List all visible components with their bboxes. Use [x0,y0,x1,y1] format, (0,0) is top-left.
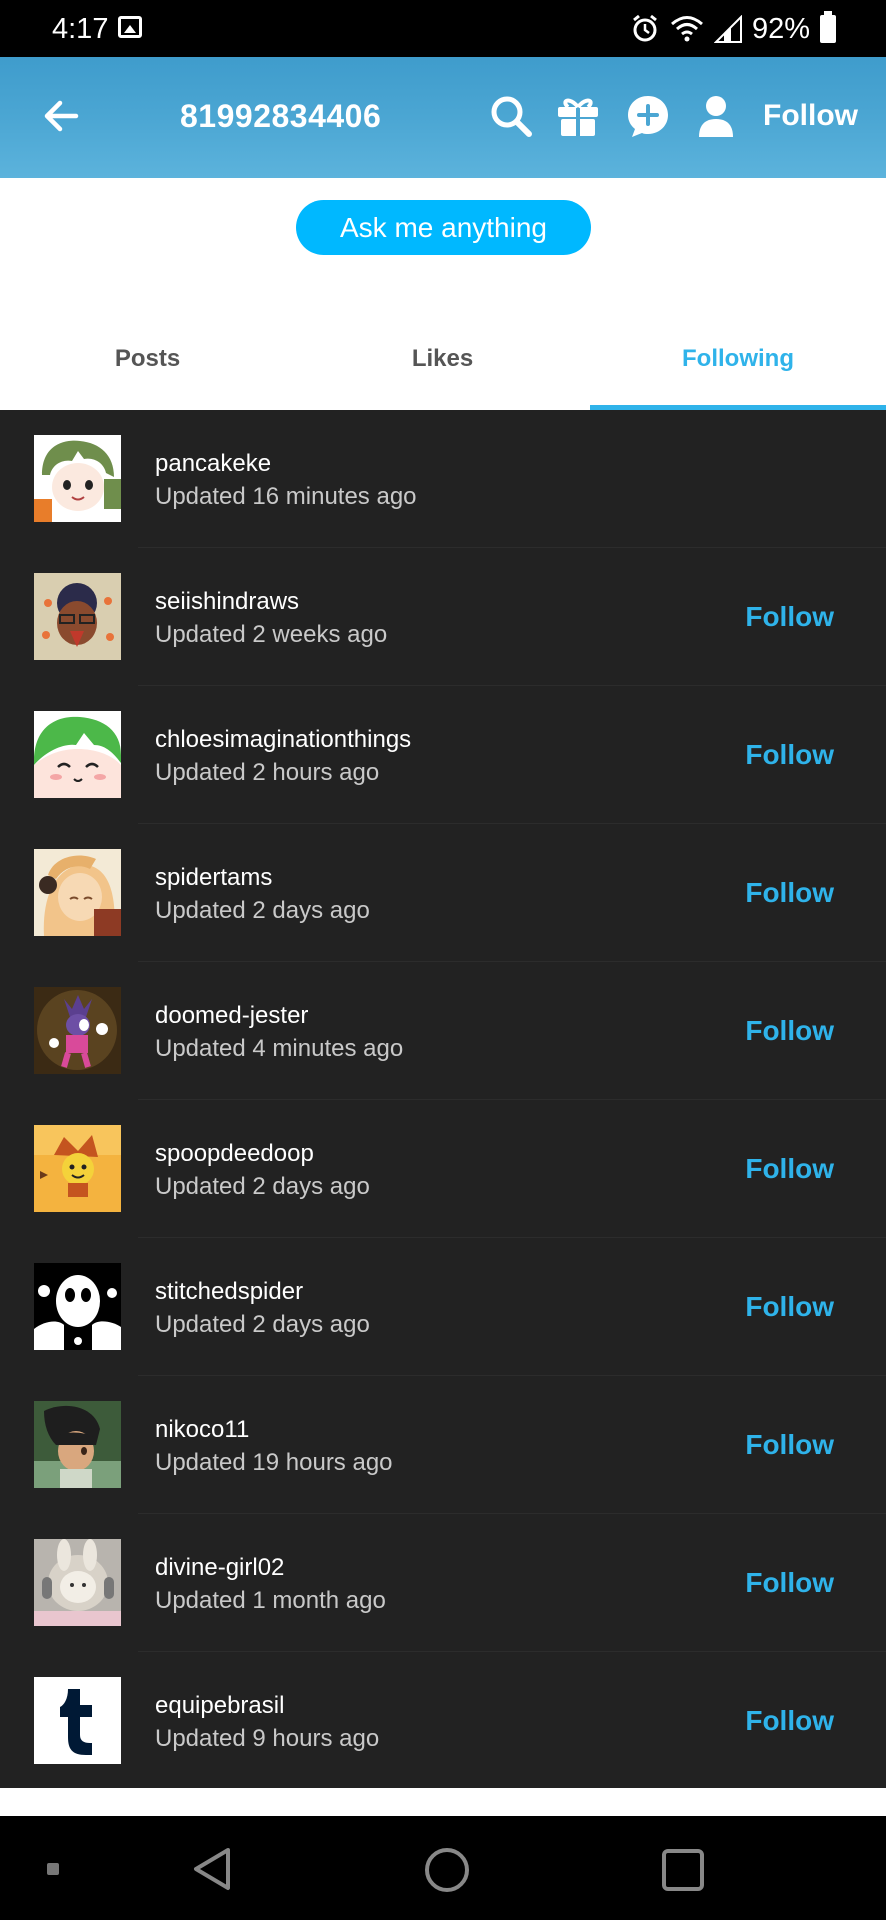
system-nav-bar [0,1816,886,1920]
nav-indicator-icon [47,1863,59,1875]
avatar[interactable] [34,573,121,660]
updated-time: Updated 19 hours ago [155,1449,393,1476]
list-item[interactable]: nikoco11 Updated 19 hours ago Follow [0,1376,886,1514]
tab-posts[interactable]: Posts [0,322,295,410]
updated-time: Updated 1 month ago [155,1587,386,1614]
battery-percent: 92% [751,13,810,45]
blog-header: 81992834406 Follow [0,57,886,178]
list-item[interactable]: spoopdeedoop Updated 2 days ago Follow [0,1100,886,1238]
battery-icon [820,11,836,43]
tab-following[interactable]: Following [590,322,886,410]
list-item[interactable]: seiishindraws Updated 2 weeks ago Follow [0,548,886,686]
updated-time: Updated 2 weeks ago [155,621,388,648]
list-item[interactable]: divine-girl02 Updated 1 month ago Follow [0,1514,886,1652]
avatar[interactable] [34,1263,121,1350]
follow-button[interactable]: Follow [745,1152,834,1186]
status-time: 4:17 [52,13,109,45]
account-icon[interactable] [693,93,739,139]
search-icon[interactable] [488,93,534,139]
list-item[interactable]: doomed-jester Updated 4 minutes ago Foll… [0,962,886,1100]
list-item[interactable]: stitchedspider Updated 2 days ago Follow [0,1238,886,1376]
blog-name[interactable]: nikoco11 [155,1416,249,1444]
avatar[interactable] [34,1539,121,1626]
blog-name[interactable]: chloesimaginationthings [155,726,411,754]
new-post-icon[interactable] [625,93,671,139]
follow-button[interactable]: Follow [745,600,834,634]
status-indicators: 92% [630,11,836,46]
follow-button[interactable]: Follow [745,876,834,910]
follow-button[interactable]: Follow [745,1704,834,1738]
gift-icon[interactable] [555,93,601,139]
avatar[interactable] [34,1125,121,1212]
updated-time: Updated 2 days ago [155,897,370,924]
blog-name[interactable]: stitchedspider [155,1278,303,1306]
updated-time: Updated 2 days ago [155,1173,370,1200]
signal-icon [713,15,742,43]
status-bar: 4:17 92% [0,0,886,57]
blog-tabs: Posts Likes Following [0,322,886,410]
follow-button[interactable]: Follow [745,1290,834,1324]
avatar[interactable] [34,1401,121,1488]
back-arrow-icon[interactable] [40,95,82,137]
blog-name[interactable]: spoopdeedoop [155,1140,314,1168]
blog-name[interactable]: pancakeke [155,450,271,478]
blog-name[interactable]: spidertams [155,864,272,892]
list-item[interactable]: equipebrasil Updated 9 hours ago Follow [0,1652,886,1790]
blog-name[interactable]: doomed-jester [155,1002,308,1030]
updated-time: Updated 2 hours ago [155,759,380,786]
nav-back-icon[interactable] [190,1846,234,1892]
avatar[interactable] [34,1677,121,1764]
alarm-icon [633,14,657,42]
updated-time: Updated 9 hours ago [155,1725,380,1752]
list-footer [0,1788,886,1816]
follow-button[interactable]: Follow [745,1566,834,1600]
list-item[interactable]: pancakeke Updated 16 minutes ago [0,410,886,548]
nav-home-icon[interactable] [425,1848,469,1892]
following-list: pancakeke Updated 16 minutes ago seiishi… [0,410,886,1788]
blog-name[interactable]: divine-girl02 [155,1554,284,1582]
follow-button[interactable]: Follow [745,738,834,772]
updated-time: Updated 2 days ago [155,1311,370,1338]
nav-recent-apps-icon[interactable] [662,1849,704,1891]
wifi-icon [670,16,703,42]
avatar[interactable] [34,987,121,1074]
tab-likes[interactable]: Likes [295,322,590,410]
updated-time: Updated 16 minutes ago [155,483,417,510]
blog-name[interactable]: seiishindraws [155,588,299,616]
header-follow-button[interactable]: Follow [763,97,858,135]
updated-time: Updated 4 minutes ago [155,1035,404,1062]
avatar[interactable] [34,849,121,936]
list-item[interactable]: chloesimaginationthings Updated 2 hours … [0,686,886,824]
follow-button[interactable]: Follow [745,1014,834,1048]
ask-me-anything-button[interactable]: Ask me anything [296,200,591,255]
gallery-icon [118,16,142,38]
avatar[interactable] [34,711,121,798]
blog-name[interactable]: equipebrasil [155,1692,284,1720]
list-item[interactable]: spidertams Updated 2 days ago Follow [0,824,886,962]
follow-button[interactable]: Follow [745,1428,834,1462]
avatar[interactable] [34,435,121,522]
blog-title: 81992834406 [180,98,382,134]
